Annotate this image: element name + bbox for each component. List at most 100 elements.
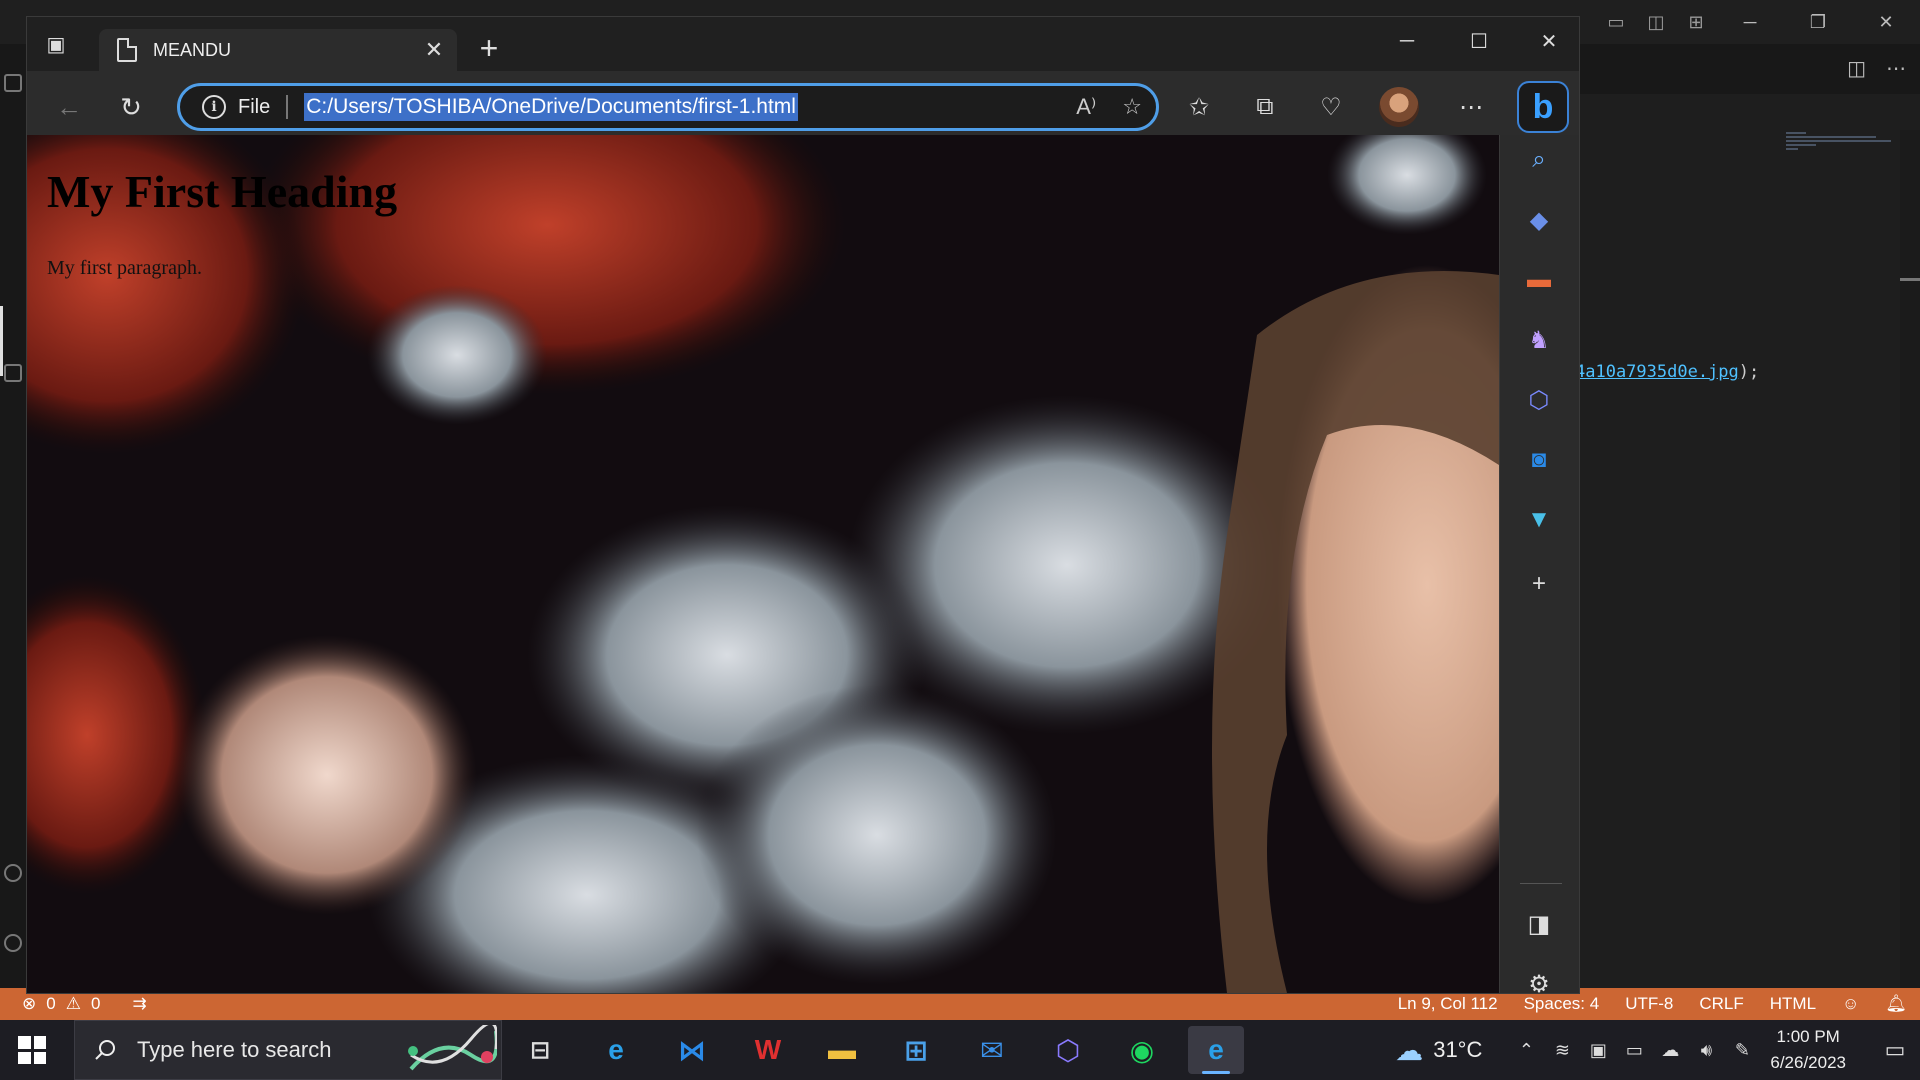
back-button[interactable]: ← xyxy=(49,87,89,127)
live-share-icon[interactable]: ⇉ xyxy=(132,994,146,1014)
browser-tab[interactable]: MEANDU ✕ xyxy=(99,29,457,71)
cursor-position[interactable]: Ln 9, Col 112 xyxy=(1385,994,1511,1014)
weather-widget[interactable]: ☁ 31°C xyxy=(1395,1034,1482,1067)
customize-layout-icon[interactable]: ⊞ xyxy=(1676,0,1716,44)
feedback-icon[interactable]: ☺ xyxy=(1829,994,1872,1014)
notifications-bell-icon[interactable]: 🔔︎ xyxy=(1872,994,1920,1014)
edge-active-taskbar-icon[interactable]: e xyxy=(1188,1026,1244,1074)
warning-count[interactable]: 0 xyxy=(91,994,100,1014)
meet-now-icon[interactable]: ▣ xyxy=(1580,1040,1616,1061)
clock-time: 1:00 PM xyxy=(1776,1027,1840,1046)
tab-actions-menu-icon[interactable]: ▣ xyxy=(41,31,71,57)
language-mode[interactable]: HTML xyxy=(1757,994,1829,1014)
warning-icon[interactable]: ⚠ xyxy=(66,994,81,1014)
vscode-close-icon[interactable]: ✕ xyxy=(1852,0,1920,44)
new-tab-button[interactable]: + xyxy=(469,30,509,66)
bing-chat-button[interactable]: b xyxy=(1517,81,1569,133)
toggle-secondary-sidebar-icon[interactable]: ◫ xyxy=(1636,0,1676,44)
vscode-taskbar-icon[interactable]: ⋈ xyxy=(664,1026,720,1074)
explorer-icon[interactable] xyxy=(4,74,22,92)
wifi-icon[interactable]: ≋ xyxy=(1544,1040,1580,1061)
minimap[interactable] xyxy=(1786,130,1896,170)
code-line[interactable]: 4a10a7935d0e.jpg); xyxy=(1575,362,1759,382)
protocol-label[interactable]: File xyxy=(238,96,270,119)
drop-icon[interactable]: ▼ xyxy=(1522,503,1556,537)
vscode-restore-icon[interactable]: ❐ xyxy=(1784,0,1852,44)
search-highlight-dna-icon[interactable] xyxy=(401,1025,497,1077)
address-actions: A⁾ ☆ xyxy=(1076,86,1142,128)
task-view-icon[interactable]: ⊟ xyxy=(512,1026,568,1074)
system-tray: ☁ 31°C ⌃ ≋ ▣ ▭ ☁ 🔊︎ ✎ 1:00 PM 6/26/2023 … xyxy=(1395,1020,1920,1080)
maximize-button[interactable]: ☐ xyxy=(1451,25,1507,57)
edge-taskbar-icon[interactable]: e xyxy=(588,1026,644,1074)
search-icon[interactable]: ⌕ xyxy=(1522,143,1556,177)
toggle-panel-icon[interactable]: ▭ xyxy=(1596,0,1636,44)
profile-avatar[interactable] xyxy=(1379,87,1419,127)
account-icon[interactable] xyxy=(4,864,22,882)
outlook-icon[interactable]: ◙ xyxy=(1522,443,1556,477)
encoding[interactable]: UTF-8 xyxy=(1612,994,1686,1014)
microsoft-store-icon[interactable]: ⊞ xyxy=(888,1026,944,1074)
page-paragraph: My first paragraph. xyxy=(47,257,202,279)
add-sidebar-app-icon[interactable]: + xyxy=(1522,567,1556,601)
page-heading: My First Heading xyxy=(47,166,398,217)
close-window-button[interactable]: ✕ xyxy=(1521,25,1577,57)
page-icon xyxy=(117,38,137,62)
errors-icon[interactable]: ⊗ xyxy=(22,994,36,1014)
error-count[interactable]: 0 xyxy=(46,994,55,1014)
volume-icon[interactable]: 🔊︎ xyxy=(1688,1040,1724,1061)
windows-start-icon[interactable] xyxy=(18,1036,46,1064)
onedrive-cloud-icon[interactable]: ☁ xyxy=(1652,1040,1688,1061)
address-bar[interactable]: i File C:/Users/TOSHIBA/OneDrive/Documen… xyxy=(177,83,1159,131)
line-ending[interactable]: CRLF xyxy=(1686,994,1756,1014)
wps-office-icon[interactable]: W xyxy=(740,1026,796,1074)
sidebar-settings-gear-icon[interactable]: ⚙ xyxy=(1522,967,1556,1001)
settings-more-icon[interactable]: ⋯ xyxy=(1453,89,1489,125)
favorite-star-icon[interactable]: ☆ xyxy=(1122,94,1142,120)
spotify-icon[interactable]: ◉ xyxy=(1114,1026,1170,1074)
split-editor-icon[interactable]: ◫ xyxy=(1847,56,1866,81)
tools-icon[interactable]: ▬ xyxy=(1522,263,1556,297)
editor-scrollbar[interactable] xyxy=(1900,130,1920,988)
more-actions-icon[interactable]: ⋯ xyxy=(1886,56,1906,81)
pen-icon[interactable]: ✎ xyxy=(1724,1040,1760,1061)
scrollbar-thumb[interactable] xyxy=(1900,278,1920,281)
browser-essentials-icon[interactable]: ♡ xyxy=(1313,89,1349,125)
statusbar-left: ⊗ 0 ⚠ 0 ⇉ xyxy=(0,994,147,1014)
shopping-tag-icon[interactable]: ◆ xyxy=(1522,203,1556,237)
notification-center-icon[interactable]: ▭ xyxy=(1870,1020,1920,1080)
hide-sidebar-icon[interactable]: ◨ xyxy=(1522,907,1556,941)
edge-sidebar: ⌕ ◆ ▬ ♞ ⬡ ◙ ▼ + ◨ ⚙ xyxy=(1499,135,1579,998)
windows-taskbar: Type here to search ⊟ e ⋈ W ▬ ⊞ ✉ ⬡ ◉ e … xyxy=(0,1020,1920,1080)
code-image-path[interactable]: 4a10a7935d0e.jpg xyxy=(1575,362,1739,382)
extensions-icon[interactable] xyxy=(4,364,22,382)
manage-gear-icon[interactable] xyxy=(4,934,22,952)
clock[interactable]: 1:00 PM 6/26/2023 xyxy=(1770,1024,1846,1076)
collections-icon[interactable]: ⧉ xyxy=(1247,89,1283,125)
vscode-activity-bar xyxy=(0,44,26,988)
url-text[interactable]: C:/Users/TOSHIBA/OneDrive/Documents/firs… xyxy=(304,93,798,121)
site-info-icon[interactable]: i xyxy=(202,95,226,119)
edge-browser-window: ▣ MEANDU ✕ + ─ ☐ ✕ ← ↻ i File C:/Users/T… xyxy=(26,16,1580,998)
background-image xyxy=(27,135,1499,993)
copilot-icon[interactable]: ⬡ xyxy=(1040,1026,1096,1074)
read-aloud-icon[interactable]: A⁾ xyxy=(1076,94,1096,120)
browser-toolbar: ← ↻ i File C:/Users/TOSHIBA/OneDrive/Doc… xyxy=(27,71,1579,145)
show-hidden-icons-chevron-icon[interactable]: ⌃ xyxy=(1508,1040,1544,1061)
file-explorer-icon[interactable]: ▬ xyxy=(814,1026,870,1074)
battery-icon[interactable]: ▭ xyxy=(1616,1040,1652,1061)
clock-date: 6/26/2023 xyxy=(1770,1053,1846,1072)
microsoft-365-icon[interactable]: ⬡ xyxy=(1522,383,1556,417)
mail-icon[interactable]: ✉ xyxy=(964,1026,1020,1074)
favorites-icon[interactable]: ✩ xyxy=(1181,89,1217,125)
vscode-minimize-icon[interactable]: ─ xyxy=(1716,0,1784,44)
search-icon xyxy=(95,1040,115,1060)
minimize-button[interactable]: ─ xyxy=(1379,25,1435,57)
editor-actions: ◫ ⋯ xyxy=(1847,56,1906,81)
refresh-button[interactable]: ↻ xyxy=(111,87,151,127)
sidebar-divider xyxy=(1520,883,1562,884)
games-icon[interactable]: ♞ xyxy=(1522,323,1556,357)
code-suffix: ); xyxy=(1738,362,1760,382)
taskbar-search-box[interactable]: Type here to search xyxy=(74,1020,502,1080)
tab-close-icon[interactable]: ✕ xyxy=(419,35,449,65)
